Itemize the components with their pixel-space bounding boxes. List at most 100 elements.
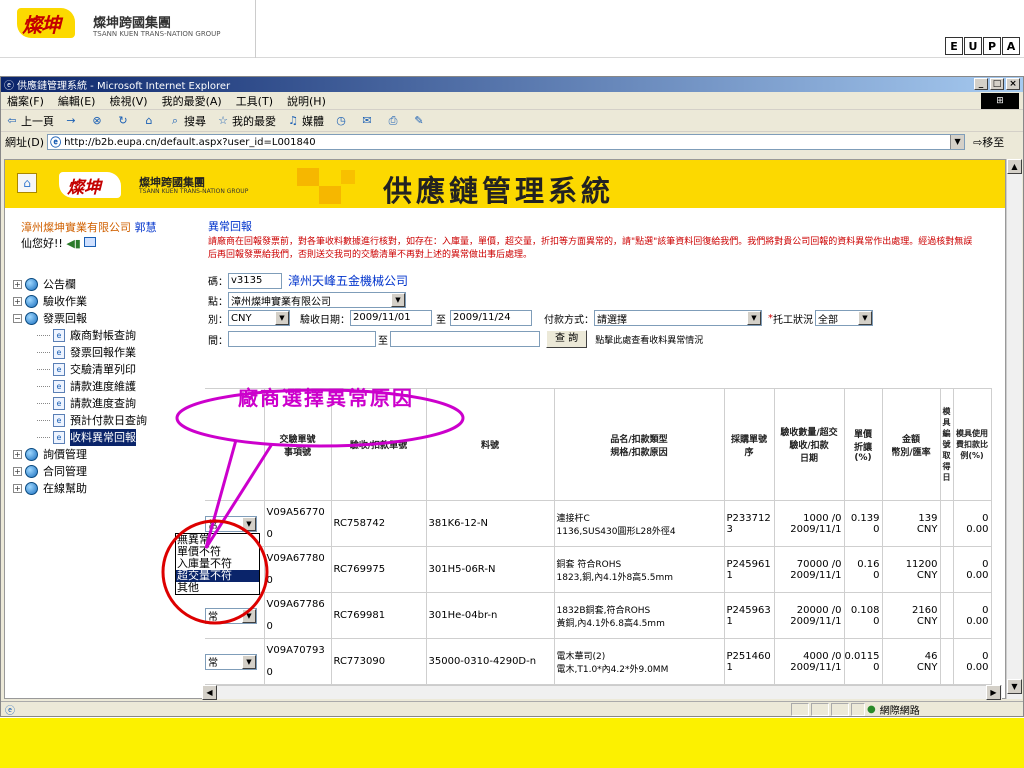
table-row[interactable]: V09A67780 0 RC769975 301H5-06R-N 銅套 符合ROH…: [205, 546, 992, 593]
expand-icon[interactable]: +: [13, 297, 22, 306]
menu-help[interactable]: 說明(H): [287, 93, 326, 109]
app-company-en: TSANN KUEN TRANS-NATION GROUP: [139, 188, 249, 195]
vendor-code-input[interactable]: v3135: [228, 272, 282, 289]
chevron-down-icon[interactable]: ▼: [950, 135, 965, 149]
menu-view[interactable]: 檢視(V): [109, 93, 147, 109]
exception-reason-select[interactable]: 常 ▼: [205, 607, 257, 624]
dropdown-option[interactable]: 其他: [176, 582, 259, 594]
close-button[interactable]: ×: [1006, 78, 1020, 90]
date-to-input[interactable]: 2009/11/24: [450, 310, 532, 326]
chevron-down-icon[interactable]: ▼: [242, 608, 256, 623]
tree-leaf[interactable]: e 發票回報作業: [13, 344, 147, 361]
tree-leaf[interactable]: e 交驗清單列印: [13, 361, 147, 378]
chevron-down-icon[interactable]: ▼: [275, 311, 289, 325]
chevron-down-icon[interactable]: ▼: [391, 293, 405, 307]
menu-file[interactable]: 檔案(F): [7, 93, 44, 109]
period-from-input[interactable]: [228, 331, 376, 347]
print-button[interactable]: ⎙: [386, 114, 402, 128]
collapse-icon[interactable]: −: [13, 314, 22, 323]
slide-header: 燦坤 燦坤跨國集團 TSANN KUEN TRANS-NATION GROUP …: [0, 0, 1024, 58]
tree-node-inquiry[interactable]: + 詢價管理: [13, 446, 147, 463]
main-content: 異常回報 請廠商在回報發票前，對各筆收料數據進行核對，如存在：入庫量，單價，超交…: [205, 208, 1005, 698]
query-button[interactable]: 查 詢: [546, 330, 588, 348]
scroll-left-icon[interactable]: ◀: [202, 685, 217, 700]
window-titlebar[interactable]: ⓔ 供應鏈管理系統 - Microsoft Internet Explorer …: [1, 77, 1023, 92]
stop-button[interactable]: ⊗: [90, 114, 106, 128]
expand-icon[interactable]: +: [13, 450, 22, 459]
greeting: 仙您好!!: [21, 237, 63, 250]
edit-icon: ✎: [414, 113, 424, 127]
refresh-button[interactable]: ↻: [116, 114, 132, 128]
tree-leaf-selected[interactable]: e 收料異常回報: [13, 429, 147, 446]
mail-button[interactable]: ✉: [360, 114, 376, 128]
col-header: 品名/扣款類型 規格/扣款原因: [553, 388, 725, 501]
user-company: 漳州燦坤實業有限公司: [21, 221, 131, 234]
table-row[interactable]: 常 ▼ V09A70793 0 RC773090 35000-0310-4290D-…: [205, 638, 992, 685]
currency-select[interactable]: CNY ▼: [228, 310, 290, 326]
media-button[interactable]: ♫ 媒體: [286, 113, 324, 129]
app-header: ⌂ 燦坤 燦坤跨國集團 TSANN KUEN TRANS-NATION GROU…: [5, 160, 1005, 208]
col-header: 模具編號取得日: [939, 388, 954, 501]
minimize-button[interactable]: _: [974, 78, 988, 90]
history-icon: ◷: [336, 113, 346, 127]
history-button[interactable]: ◷: [334, 114, 350, 128]
table-row[interactable]: 常 ▼ V09A67786 0 RC769981 301He-04br-n 1832…: [205, 592, 992, 639]
forward-button[interactable]: →: [64, 114, 80, 128]
status-cell: [831, 703, 849, 716]
scroll-down-icon[interactable]: ▼: [1007, 679, 1022, 694]
view-exceptions-link[interactable]: 點擊此處查看收料異常情況: [595, 333, 703, 346]
tree-leaf[interactable]: e 請款進度查詢: [13, 395, 147, 412]
edit-button[interactable]: ✎: [412, 114, 428, 128]
tree-node-help[interactable]: + 在線幫助: [13, 480, 147, 497]
date-from-input[interactable]: 2009/11/01: [350, 310, 432, 326]
tree-node-contract[interactable]: + 合同管理: [13, 463, 147, 480]
tree-leaf[interactable]: e 廠商對帳查詢: [13, 327, 147, 344]
go-button[interactable]: ⇨移至: [973, 134, 1004, 150]
horizontal-scrollbar[interactable]: ◀ ▶: [202, 685, 1002, 700]
expand-icon[interactable]: +: [13, 484, 22, 493]
scroll-right-icon[interactable]: ▶: [986, 685, 1001, 700]
expand-icon[interactable]: +: [13, 467, 22, 476]
tree-node-announcement[interactable]: + 公告欄: [13, 276, 147, 293]
table-row[interactable]: 常 ▼ V09A56770 0 RC758742 381K6-12-N 連接杆C 11…: [205, 500, 992, 547]
exception-reason-select[interactable]: 常 ▼: [205, 653, 257, 670]
period-to-input[interactable]: [390, 331, 540, 347]
expand-icon[interactable]: +: [13, 280, 22, 289]
home-button[interactable]: ⌂: [142, 114, 158, 128]
menu-favorites[interactable]: 我的最愛(A): [162, 93, 222, 109]
page-status-icon: ⓔ: [5, 706, 15, 717]
print-icon: ⎙: [388, 113, 398, 127]
payment-method-select[interactable]: 請選擇 ▼: [594, 310, 762, 326]
vertical-scrollbar[interactable]: ▲ ▼: [1006, 159, 1022, 699]
back-arrow-icon: ⇦: [7, 113, 17, 127]
tree-leaf[interactable]: e 預計付款日查詢: [13, 412, 147, 429]
site-select[interactable]: 漳州燦坤實業有限公司 ▼: [228, 292, 406, 308]
chevron-down-icon[interactable]: ▼: [242, 654, 256, 669]
maximize-button[interactable]: □: [990, 78, 1004, 90]
decor-square: [319, 186, 341, 204]
menu-edit[interactable]: 編輯(E): [58, 93, 96, 109]
chevron-down-icon[interactable]: ▼: [242, 516, 256, 531]
search-button[interactable]: ⌕ 搜尋: [168, 113, 206, 129]
tree-node-invoice[interactable]: − 發票回報: [13, 310, 147, 327]
logout-icon[interactable]: ◀▮: [66, 237, 81, 250]
col-header: 料號: [425, 388, 555, 501]
tree-node-acceptance[interactable]: + 驗收作業: [13, 293, 147, 310]
menu-tools[interactable]: 工具(T): [236, 93, 273, 109]
address-input[interactable]: ⓔ http://b2b.eupa.cn/default.aspx?user_i…: [47, 134, 966, 150]
exception-reason-dropdown[interactable]: 無異常 單價不符 入庫量不符 超交量不符 其他: [175, 533, 260, 595]
home-icon[interactable]: ⌂: [17, 173, 37, 193]
slide-logo: 燦坤: [22, 13, 61, 37]
mail-icon: ✉: [362, 113, 372, 127]
consignment-status-select[interactable]: 全部 ▼: [815, 310, 873, 326]
favorites-button[interactable]: ☆ 我的最愛: [216, 113, 276, 129]
globe-icon: [25, 295, 38, 308]
window-icon[interactable]: [84, 237, 97, 247]
back-button[interactable]: ⇦ 上一頁: [5, 113, 54, 129]
scroll-up-icon[interactable]: ▲: [1007, 159, 1022, 174]
chevron-down-icon[interactable]: ▼: [858, 311, 872, 325]
exception-reason-select[interactable]: 常 ▼: [205, 515, 257, 532]
chevron-down-icon[interactable]: ▼: [747, 311, 761, 325]
address-value: http://b2b.eupa.cn/default.aspx?user_id=…: [64, 136, 316, 148]
tree-leaf[interactable]: e 請款進度維護: [13, 378, 147, 395]
